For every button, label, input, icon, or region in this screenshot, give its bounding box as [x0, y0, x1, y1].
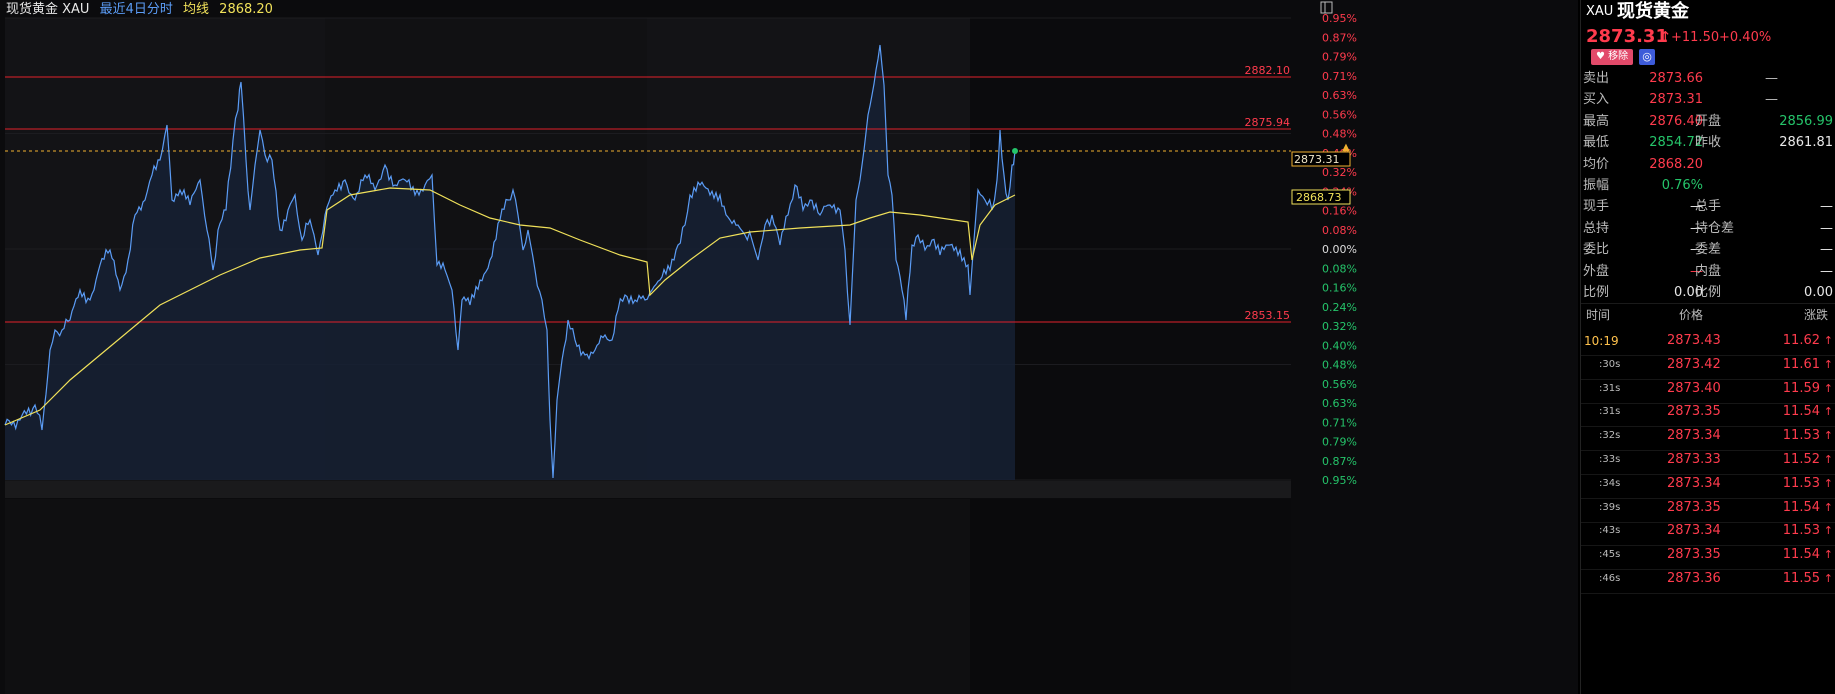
percent-tick-label: 0.32% [1322, 166, 1357, 179]
percent-tick-label: 0.24% [1322, 301, 1357, 314]
ticks-header-time: 时间 [1586, 308, 1611, 322]
percent-tick-label: 0.79% [1322, 436, 1357, 449]
stat-label: 比例 [1583, 285, 1610, 300]
ticks-header: 时间 价格 涨跌 [1581, 303, 1835, 326]
tick-time: :46s [1599, 573, 1621, 584]
ticks-header-change: 涨跌 [1803, 308, 1828, 322]
percent-tick-label: 0.71% [1322, 416, 1357, 429]
quote-name: 现货黄金 [1617, 1, 1689, 22]
tick-price: 2873.36 [1667, 571, 1721, 586]
ticks-header-price: 价格 [1679, 308, 1704, 322]
heart-icon: ♥ [1596, 51, 1605, 62]
unfollow-button[interactable]: ♥ 移除 [1586, 49, 1638, 65]
percent-tick-label: 0.56% [1322, 378, 1357, 391]
avg-line-value: 2868.20 [219, 2, 273, 17]
quote-code: XAU [1586, 4, 1614, 19]
percent-tick-label: 0.63% [1322, 397, 1357, 410]
percent-tick-label: 0.16% [1322, 205, 1357, 218]
tick-up-arrow-icon: ↑ [1823, 572, 1833, 585]
stat-row: 比例 0.00 比例 0.00 [1581, 280, 1835, 305]
percent-tick-label: 0.79% [1322, 51, 1357, 64]
percent-tick-label: 0.71% [1322, 70, 1357, 83]
percent-tick-label: 0.00% [1322, 243, 1357, 256]
percent-tick-label: 0.16% [1322, 282, 1357, 295]
current-price-tag: 2873.31 [1294, 153, 1340, 166]
percent-tick-label: 0.63% [1322, 89, 1357, 102]
percent-tick-label: 0.08% [1322, 262, 1357, 275]
tick-change: 11.55 [1782, 571, 1820, 586]
avg-price-tag: 2868.73 [1296, 191, 1342, 204]
ref-label-high: 2882.10 [1245, 64, 1291, 77]
quote-change: +11.50 [1671, 30, 1720, 45]
percent-axis: 0.95% 0.87% 0.79% 0.71% 0.63% 0.56% 0.48% 0.40%… [1322, 12, 1357, 487]
percent-tick-label: 0.32% [1322, 320, 1357, 333]
percent-tick-label: 0.95% [1322, 12, 1357, 25]
percent-tick-label: 0.56% [1322, 108, 1357, 121]
chart-header: 现货黄金 XAU 最近4日分时 均线 2868.20 [0, 0, 273, 20]
volume-divider-strip [5, 481, 1291, 498]
percent-tick-label: 0.87% [1322, 455, 1357, 468]
bell-icon[interactable]: ◎ [1639, 49, 1655, 65]
chart-panel[interactable]: 2882.10 2875.94 2853.15 0.95% 0.87% 0.79% 0… [0, 0, 1578, 694]
ref-label-low: 2853.15 [1245, 309, 1291, 322]
quote-change-pct: +0.40% [1719, 30, 1772, 45]
price-chart[interactable]: 2882.10 2875.94 2853.15 0.95%0.87%0.79%0… [0, 0, 1578, 694]
last-point-marker [1012, 148, 1018, 154]
percent-tick-label: 0.48% [1322, 128, 1357, 141]
stat-value-2: 0.00 [1804, 285, 1833, 300]
percent-tick-label: 0.48% [1322, 359, 1357, 372]
instrument-name: 现货黄金 XAU [6, 2, 90, 17]
percent-tick-label: 0.40% [1322, 339, 1357, 352]
quote-price: 2873.31 [1586, 26, 1668, 47]
ref-label-mid: 2875.94 [1245, 116, 1291, 129]
percent-tick-label: 0.87% [1322, 31, 1357, 44]
tick-row[interactable]: :46s 2873.36 11.55 ↑ [1581, 565, 1835, 594]
quote-sidebar: XAU 现货黄金 2873.31 ↑ +11.50 +0.40% ♥ 移除 ◎ … [1580, 0, 1835, 694]
percent-tick-label: 0.08% [1322, 224, 1357, 237]
unfollow-label: 移除 [1608, 51, 1629, 62]
period-label[interactable]: 最近4日分时 [100, 2, 173, 17]
stat-label-2: 比例 [1695, 285, 1722, 300]
avg-line-label: 均线 [183, 2, 210, 17]
sub-chart-zone-4 [970, 499, 1291, 694]
percent-tick-label: 0.95% [1322, 474, 1357, 487]
up-arrow-icon: ↑ [1659, 28, 1672, 46]
current-price-caret-icon: ▲ [1342, 142, 1350, 153]
